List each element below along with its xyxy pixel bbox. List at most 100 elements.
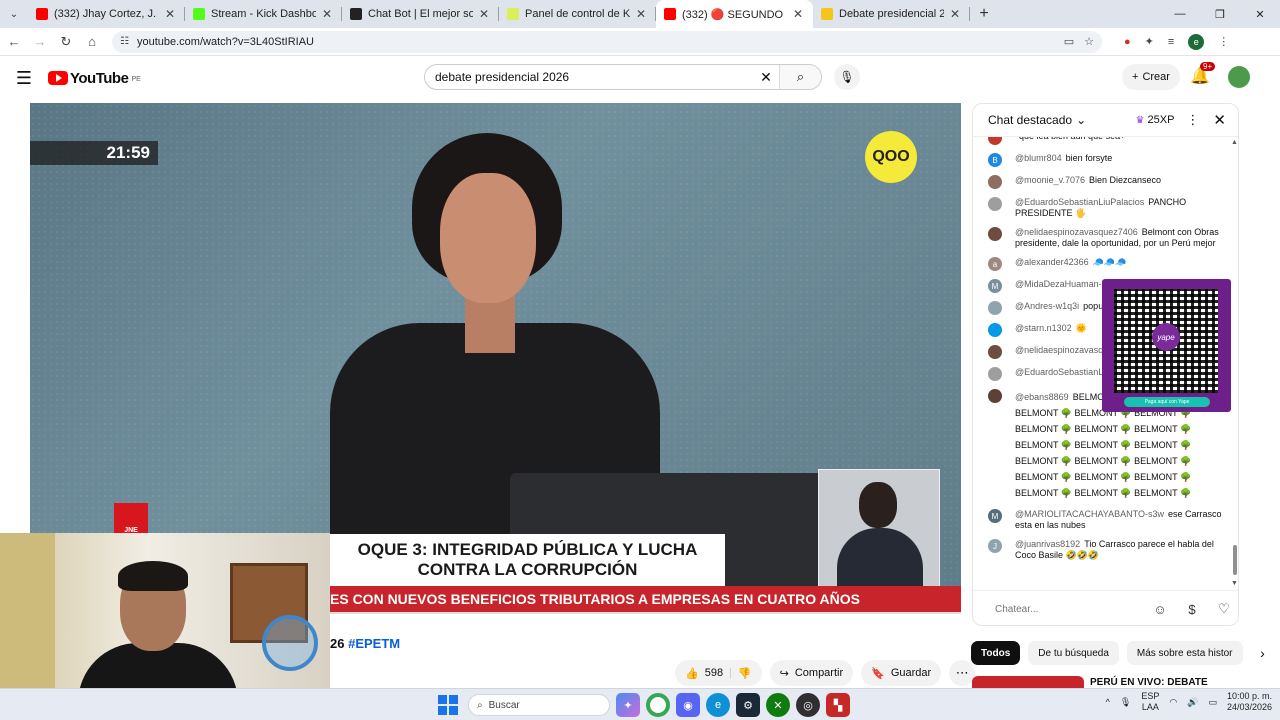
bookmark-star-icon[interactable]: ☆ — [1084, 35, 1094, 48]
new-tab-button[interactable]: + — [970, 5, 998, 23]
chat-author[interactable]: @Andres-w1q3i — [1015, 301, 1079, 311]
chat-avatar[interactable] — [988, 389, 1002, 403]
super-chat-icon[interactable]: $ — [1176, 602, 1208, 617]
tab-close-icon[interactable]: ✕ — [320, 7, 334, 21]
search-button-icon[interactable]: ⌕ — [779, 65, 821, 89]
battery-icon[interactable]: ▭ — [1208, 697, 1217, 708]
tab-close-icon[interactable]: ✕ — [163, 7, 177, 21]
chat-avatar[interactable] — [988, 227, 1002, 241]
share-button[interactable]: ↪ Compartir — [769, 660, 854, 686]
taskbar-search[interactable]: ⌕ Buscar — [468, 694, 610, 716]
extension-icon[interactable]: ● — [1124, 36, 1131, 48]
chat-avatar[interactable]: M — [988, 509, 1002, 523]
copilot-icon[interactable]: ✦ — [616, 693, 640, 717]
chat-avatar[interactable] — [988, 301, 1002, 315]
forward-icon[interactable]: → — [28, 30, 52, 54]
edge-icon[interactable]: e — [706, 693, 730, 717]
voice-search-icon[interactable]: 🎙 — [834, 64, 860, 90]
hashtag-link[interactable]: #EPETM — [348, 636, 400, 651]
xbox-icon[interactable]: ✕ — [766, 693, 790, 717]
scroll-up-icon[interactable]: ▲ — [1231, 139, 1238, 146]
microphone-icon[interactable]: 🎙 — [1120, 697, 1131, 708]
chrome-icon[interactable] — [646, 693, 670, 717]
chat-avatar[interactable] — [988, 137, 1002, 145]
chat-author[interactable]: @EduardoSebastianLi — [1015, 367, 1105, 377]
tab-close-icon[interactable]: ✕ — [477, 7, 491, 21]
chat-author[interactable]: @EduardoSebastianLiuPalacios — [1015, 197, 1144, 207]
chat-scrollbar[interactable]: ▲ ▼ — [1230, 137, 1238, 589]
like-button[interactable]: 👍 598 — [685, 667, 723, 680]
chevron-right-icon[interactable]: › — [1251, 645, 1275, 661]
chat-author[interactable]: @juanrivas8192 — [1015, 539, 1080, 549]
steam-icon[interactable]: ⚙ — [736, 693, 760, 717]
youtube-logo[interactable]: YouTube PE — [48, 70, 141, 87]
volume-icon[interactable]: 🔊 — [1187, 697, 1198, 708]
dislike-button-icon[interactable]: 👎 — [738, 667, 752, 680]
chat-author[interactable]: @starn.n1302 — [1015, 323, 1072, 333]
tab-close-icon[interactable]: ✕ — [791, 7, 805, 21]
chat-avatar[interactable] — [988, 175, 1002, 189]
clear-search-icon[interactable]: ✕ — [753, 69, 779, 86]
chat-avatar[interactable] — [988, 367, 1002, 381]
emoji-icon[interactable]: ☺ — [1144, 602, 1176, 617]
discord-icon[interactable]: ◉ — [676, 693, 700, 717]
chat-author[interactable]: @alexander42366 — [1015, 257, 1089, 267]
browser-tab[interactable]: (332) Jhay Cortez, J. Balvin, Bad ✕ — [28, 0, 185, 28]
chat-avatar[interactable]: B — [988, 153, 1002, 167]
chat-author[interactable]: @nelidaespinozavasquez7406 — [1015, 227, 1138, 237]
chat-avatar[interactable] — [988, 323, 1002, 337]
account-avatar[interactable] — [1228, 66, 1250, 88]
chat-author[interactable]: @moonie_v.7076 — [1015, 175, 1085, 185]
back-icon[interactable]: ← — [2, 30, 26, 54]
chat-mode-dropdown[interactable]: Chat destacado ⌄ — [988, 113, 1136, 127]
chat-avatar[interactable] — [988, 197, 1002, 211]
extensions-puzzle-icon[interactable]: ✦ — [1145, 35, 1154, 48]
install-app-icon[interactable]: ▭ — [1064, 35, 1074, 48]
chip-more-about-story[interactable]: Más sobre esta histor — [1126, 641, 1243, 665]
browser-tab[interactable]: Stream - Kick Dashboard ✕ — [185, 0, 342, 28]
home-icon[interactable]: ⌂ — [80, 30, 104, 54]
close-chat-icon[interactable]: ✕ — [1213, 111, 1226, 129]
scroll-down-icon[interactable]: ▼ — [1231, 580, 1238, 587]
heart-icon[interactable]: ♡ — [1208, 601, 1238, 617]
chat-avatar[interactable] — [988, 345, 1002, 359]
chat-author[interactable]: @blumr804 — [1015, 153, 1062, 163]
chip-todos[interactable]: Todos — [971, 641, 1021, 665]
obs-icon[interactable]: ◎ — [796, 693, 820, 717]
chat-avatar[interactable]: a — [988, 257, 1002, 271]
chat-author[interactable]: @ebans8869 — [1015, 392, 1069, 402]
save-button[interactable]: 🔖 Guardar — [861, 660, 942, 686]
chip-from-search[interactable]: De tu búsqueda — [1028, 641, 1119, 665]
scroll-thumb[interactable] — [1233, 545, 1237, 575]
minimize-button[interactable]: — — [1160, 0, 1200, 28]
tab-close-icon[interactable]: ✕ — [948, 7, 962, 21]
xp-badge[interactable]: ♛ 25XP — [1136, 114, 1175, 126]
url-field[interactable]: ☷ youtube.com/watch?v=3L40StIRIAU ▭ ☆ — [112, 30, 1102, 53]
close-window-button[interactable]: ✕ — [1240, 0, 1280, 28]
browser-tab[interactable]: Panel de control de KickBot ✕ — [499, 0, 656, 28]
notifications-bell-icon[interactable]: 🔔 9+ — [1190, 62, 1216, 86]
search-input[interactable]: debate presidencial 2026 — [435, 70, 753, 84]
chat-author[interactable]: @MARIOLITACACHAYABANTO-s3w — [1015, 509, 1164, 519]
tab-close-icon[interactable]: ✕ — [634, 7, 648, 21]
browser-menu-icon[interactable]: ⋮ — [1218, 35, 1229, 48]
maximize-button[interactable]: ❐ — [1200, 0, 1240, 28]
chat-menu-icon[interactable]: ⋮ — [1186, 112, 1199, 128]
browser-tab[interactable]: (332) 🔴 SEGUNDO DÍA DE ✕ — [656, 0, 813, 28]
tab-search-icon[interactable]: ⌄ — [0, 0, 28, 28]
chat-author[interactable]: @MidaDezaHuaman-h — [1015, 279, 1107, 289]
tray-overflow-icon[interactable]: ^ — [1106, 697, 1110, 707]
reading-list-icon[interactable]: ≡ — [1168, 36, 1174, 48]
app-red-icon[interactable]: ▚ — [826, 693, 850, 717]
windows-start-icon[interactable] — [438, 695, 458, 715]
network-icon[interactable]: ◠ — [1169, 697, 1177, 708]
browser-tab[interactable]: Chat Bot | El mejor software pa ✕ — [342, 0, 499, 28]
chat-avatar[interactable]: J — [988, 539, 1002, 553]
create-button[interactable]: + Crear — [1122, 64, 1180, 90]
chat-author[interactable]: @nelidaespinozavasqu — [1015, 345, 1108, 355]
clock[interactable]: 10:00 p. m. 24/03/2026 — [1227, 691, 1272, 713]
hamburger-menu-icon[interactable]: ☰ — [0, 68, 48, 89]
chat-input[interactable] — [995, 603, 1144, 615]
language-indicator[interactable]: ESP LAA — [1141, 691, 1159, 713]
chat-avatar[interactable]: M — [988, 279, 1002, 293]
